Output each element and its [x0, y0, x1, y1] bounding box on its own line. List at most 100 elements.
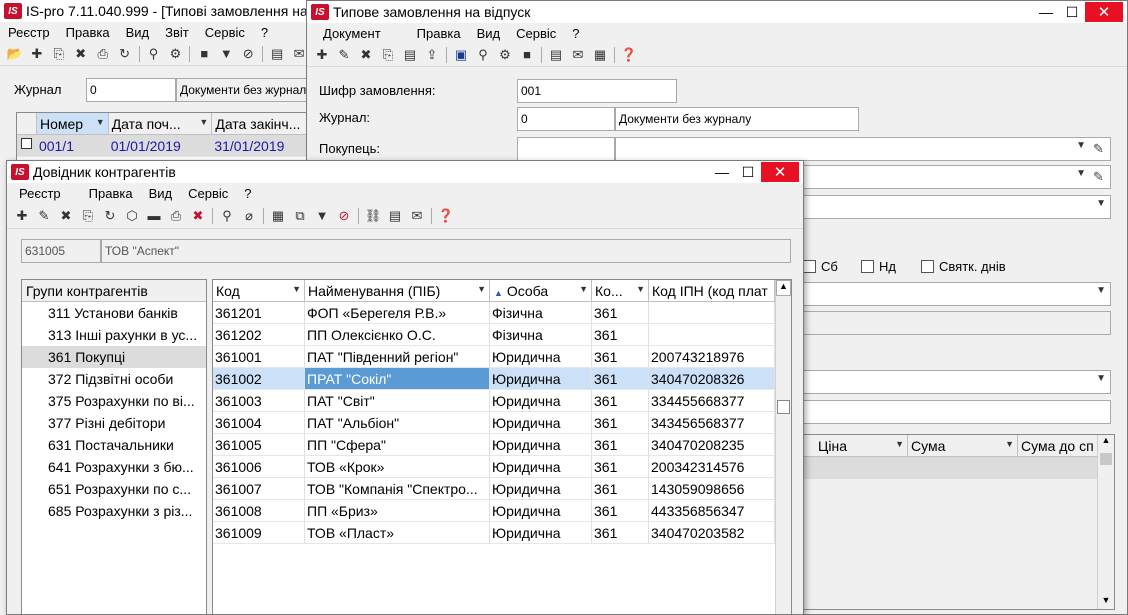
document-icon[interactable]: ▤	[399, 45, 421, 65]
mail-icon[interactable]: ✉	[567, 45, 589, 65]
package-icon[interactable]: ⬡	[121, 206, 143, 226]
search-icon[interactable]: ⚲	[472, 45, 494, 65]
table-row[interactable]: 361002 ПРАТ "Сокіл" Юридична 361 34047020832…	[213, 368, 791, 390]
filter-icon[interactable]: ▼	[311, 206, 333, 226]
order-field-6[interactable]: ▼	[787, 370, 1111, 394]
col-date-start[interactable]: Дата поч... ▼	[109, 113, 213, 134]
remove-icon[interactable]: ✖	[187, 206, 209, 226]
menu-help[interactable]: ?	[236, 186, 259, 201]
order-field-4[interactable]: ▼	[787, 282, 1111, 306]
edit-icon[interactable]: ✎	[33, 206, 55, 226]
buyer-code-field[interactable]	[517, 137, 615, 161]
col-osoba[interactable]: ▲ Особа ▼	[490, 280, 592, 301]
table-row[interactable]: 361003 ПАТ "Світ" Юридична 361 334455668377	[213, 390, 791, 412]
refresh-icon[interactable]: ↻	[99, 206, 121, 226]
table-row[interactable]: 361006 ТОВ «Крок» Юридична 361 200342314576	[213, 456, 791, 478]
menu-dokument[interactable]: Документ	[307, 26, 389, 41]
attach-icon[interactable]: ⌀	[238, 206, 260, 226]
chevron-down-icon[interactable]: ▼	[1005, 439, 1014, 449]
contractors-scrollbar[interactable]: ▲	[775, 280, 791, 614]
tree-icon[interactable]: ⧉	[289, 206, 311, 226]
delete-icon[interactable]: ✖	[55, 206, 77, 226]
scroll-up-icon[interactable]: ▲	[1098, 435, 1114, 451]
menu-servis[interactable]: Сервіс	[508, 26, 564, 41]
new-icon[interactable]: ✚	[11, 206, 33, 226]
table-row[interactable]: 361004 ПАТ "Альбіон" Юридична 361 3434565683…	[213, 412, 791, 434]
group-311[interactable]: 311 Установи банків	[22, 302, 206, 324]
close-button[interactable]: ✕	[761, 162, 799, 182]
save-icon[interactable]: ▣	[450, 45, 472, 65]
new-icon[interactable]: ✚	[311, 45, 333, 65]
delete-icon[interactable]: ✖	[355, 45, 377, 65]
minimize-button[interactable]: —	[1033, 2, 1059, 22]
maximize-button[interactable]: ☐	[1059, 2, 1085, 22]
holiday-checkbox[interactable]	[921, 260, 934, 273]
group-375[interactable]: 375 Розрахунки по ві...	[22, 390, 206, 412]
menu-pravka[interactable]: Правка	[58, 25, 118, 40]
order-journal-code-field[interactable]: 0	[517, 107, 615, 131]
mail-icon[interactable]: ✉	[406, 206, 428, 226]
help-icon[interactable]: ❓	[618, 45, 640, 65]
maximize-button[interactable]: ☐	[735, 162, 761, 182]
tools-icon[interactable]: ⚙	[164, 44, 186, 64]
copy-icon[interactable]: ⎘	[77, 206, 99, 226]
table-row[interactable]: 361001 ПАТ "Південний регіон" Юридична 361 2…	[213, 346, 791, 368]
menu-servis[interactable]: Сервіс	[197, 25, 253, 40]
document-icon[interactable]: ▤	[266, 44, 288, 64]
filter-icon[interactable]: ▼	[215, 44, 237, 64]
clear-filter-icon[interactable]: ⊘	[237, 44, 259, 64]
export-icon[interactable]: ⇪	[421, 45, 443, 65]
edit-icon[interactable]: ✎	[1093, 169, 1104, 185]
group-651[interactable]: 651 Розрахунки по с...	[22, 478, 206, 500]
scroll-up-icon[interactable]: ▲	[776, 280, 791, 296]
menu-vyd[interactable]: Вид	[469, 26, 509, 41]
col-name[interactable]: Найменування (ПІБ) ▼	[305, 280, 490, 301]
day-sun-checkbox[interactable]	[861, 260, 874, 273]
chevron-down-icon[interactable]: ▼	[199, 117, 208, 127]
col-date-end[interactable]: Дата закінч...	[212, 113, 310, 134]
link-icon[interactable]: ⛓	[362, 206, 384, 226]
table-row[interactable]: 361007 ТОВ "Компанія "Спектро... Юридична 3…	[213, 478, 791, 500]
row-checkbox[interactable]	[17, 135, 37, 156]
col-sum[interactable]: Сума ▼	[908, 435, 1018, 456]
clear-filter-icon[interactable]: ⊘	[333, 206, 355, 226]
form-icon[interactable]: ▤	[384, 206, 406, 226]
table-row[interactable]: 361008 ПП «Бриз» Юридична 361 443356856347	[213, 500, 791, 522]
table-icon[interactable]: ▦	[267, 206, 289, 226]
table-row[interactable]: 361009 ТОВ «Пласт» Юридична 361 340470203582	[213, 522, 791, 544]
chevron-down-icon[interactable]: ▼	[292, 284, 301, 294]
buyer-name-field[interactable]: ▼	[615, 137, 1111, 161]
col-sum-pay[interactable]: Сума до сп	[1018, 435, 1098, 456]
new-icon[interactable]: ✚	[26, 44, 48, 64]
menu-reestr[interactable]: Реєстр	[0, 25, 58, 40]
journal-code-field[interactable]: 0	[86, 78, 176, 102]
menu-vyd[interactable]: Вид	[118, 25, 158, 40]
order-grid-scrollbar[interactable]: ▲ ▼	[1097, 435, 1114, 609]
chevron-down-icon[interactable]: ▼	[1076, 168, 1086, 179]
col-ko[interactable]: Ко... ▼	[592, 280, 649, 301]
menu-servis[interactable]: Сервіс	[180, 186, 236, 201]
chevron-down-icon[interactable]: ▼	[477, 284, 486, 294]
col-price[interactable]: Ціна ▼	[788, 435, 908, 456]
chevron-down-icon[interactable]: ▼	[1076, 140, 1086, 151]
copy-icon[interactable]: ⎘	[48, 44, 70, 64]
print-icon[interactable]: ⎙	[165, 206, 187, 226]
table-row[interactable]: 361202 ПП Олексієнко О.С. Фізична 361	[213, 324, 791, 346]
menu-pravka[interactable]: Правка	[389, 26, 469, 41]
open-icon[interactable]: 📂	[4, 44, 26, 64]
day-sat-checkbox[interactable]	[803, 260, 816, 273]
group-685[interactable]: 685 Розрахунки з різ...	[22, 500, 206, 522]
calculator-icon[interactable]: ▦	[589, 45, 611, 65]
chevron-down-icon[interactable]: ▼	[579, 284, 588, 294]
col-kod[interactable]: Код ▼	[213, 280, 305, 301]
grid-icon[interactable]: ■	[516, 45, 538, 65]
delete-icon[interactable]: ✖	[70, 44, 92, 64]
copy-icon[interactable]: ⎘	[377, 45, 399, 65]
table-row[interactable]: 361201 ФОП «Берегеля Р.В.» Фізична 361	[213, 302, 791, 324]
group-377[interactable]: 377 Різні дебітори	[22, 412, 206, 434]
menu-pravka[interactable]: Правка	[69, 186, 141, 201]
chevron-down-icon[interactable]: ▼	[636, 284, 645, 294]
grid-icon[interactable]: ■	[193, 44, 215, 64]
edit-icon[interactable]: ✎	[333, 45, 355, 65]
chevron-down-icon[interactable]: ▼	[1096, 373, 1106, 384]
